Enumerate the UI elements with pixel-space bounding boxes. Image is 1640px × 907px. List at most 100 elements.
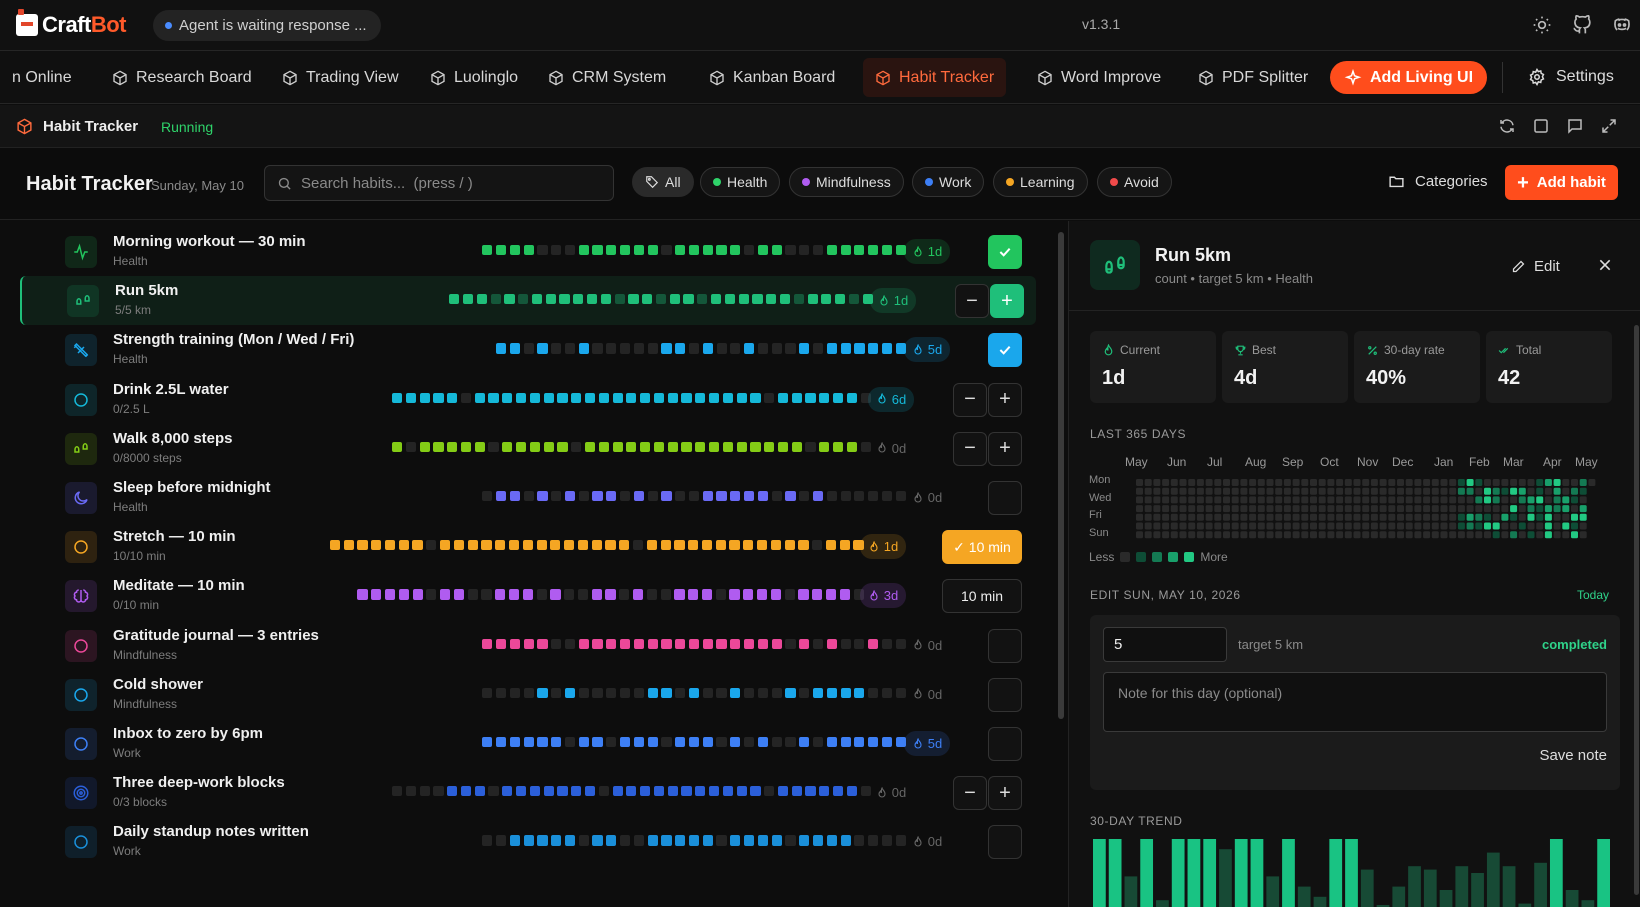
- history-day-cell[interactable]: [826, 638, 837, 649]
- history-day-cell[interactable]: [826, 737, 837, 748]
- history-day-cell[interactable]: [695, 392, 706, 403]
- heatmap-day-cell[interactable]: [1344, 522, 1352, 530]
- history-day-cell[interactable]: [647, 687, 658, 698]
- tab-kanban-board[interactable]: Kanban Board: [697, 58, 847, 97]
- heatmap-day-cell[interactable]: [1162, 531, 1170, 539]
- heatmap-day-cell[interactable]: [1484, 522, 1491, 530]
- heatmap-day-cell[interactable]: [1449, 522, 1457, 530]
- heatmap-day-cell[interactable]: [1205, 487, 1213, 495]
- heatmap-day-cell[interactable]: [1466, 487, 1474, 495]
- heatmap-day-cell[interactable]: [1292, 487, 1300, 495]
- history-day-cell[interactable]: [744, 343, 755, 354]
- history-day-cell[interactable]: [736, 786, 747, 797]
- heatmap-day-cell[interactable]: [1240, 479, 1248, 486]
- heatmap-day-cell[interactable]: [1370, 479, 1378, 486]
- heatmap-day-cell[interactable]: [1153, 496, 1161, 504]
- trend-bar[interactable]: [1518, 903, 1532, 907]
- heatmap-day-cell[interactable]: [1388, 505, 1396, 513]
- heatmap-day-cell[interactable]: [1249, 496, 1257, 504]
- history-day-cell[interactable]: [791, 392, 802, 403]
- filter-mindfulness[interactable]: Mindfulness: [789, 167, 904, 197]
- heatmap-day-cell[interactable]: [1579, 496, 1587, 504]
- heatmap-day-cell[interactable]: [1536, 479, 1544, 486]
- history-day-cell[interactable]: [805, 786, 816, 797]
- heatmap-day-cell[interactable]: [1292, 513, 1300, 521]
- heatmap-day-cell[interactable]: [1562, 505, 1570, 513]
- heatmap-day-cell[interactable]: [1562, 513, 1570, 521]
- heatmap-day-cell[interactable]: [1518, 487, 1526, 495]
- heatmap-day-cell[interactable]: [1379, 479, 1387, 486]
- heatmap-day-cell[interactable]: [1223, 487, 1230, 495]
- history-day-cell[interactable]: [640, 441, 651, 452]
- heatmap-day-cell[interactable]: [1283, 505, 1291, 513]
- history-day-cell[interactable]: [835, 294, 846, 305]
- history-day-cell[interactable]: [812, 638, 824, 649]
- history-day-cell[interactable]: [716, 245, 727, 256]
- add-living-ui-button[interactable]: Add Living UI: [1330, 61, 1487, 94]
- heatmap-day-cell[interactable]: [1310, 513, 1317, 521]
- history-day-cell[interactable]: [508, 540, 520, 551]
- heatmap-day-cell[interactable]: [1379, 487, 1387, 495]
- history-day-cell[interactable]: [854, 245, 865, 256]
- history-day-cell[interactable]: [578, 687, 589, 698]
- history-day-cell[interactable]: [647, 835, 658, 846]
- heatmap-day-cell[interactable]: [1405, 513, 1413, 521]
- heatmap-day-cell[interactable]: [1518, 479, 1526, 486]
- history-day-cell[interactable]: [495, 245, 507, 256]
- tab-pdf-splitter[interactable]: PDF Splitter: [1186, 58, 1320, 97]
- heatmap-day-cell[interactable]: [1475, 487, 1483, 495]
- history-day-cell[interactable]: [523, 687, 534, 698]
- history-day-cell[interactable]: [675, 835, 686, 846]
- history-day-cell[interactable]: [405, 786, 416, 797]
- heatmap-day-cell[interactable]: [1518, 522, 1526, 530]
- history-day-cell[interactable]: [642, 294, 653, 305]
- history-day-cell[interactable]: [757, 343, 769, 354]
- history-day-cell[interactable]: [854, 638, 865, 649]
- history-day-cell[interactable]: [675, 687, 686, 698]
- heatmap-day-cell[interactable]: [1475, 505, 1483, 513]
- heatmap-day-cell[interactable]: [1336, 479, 1344, 486]
- heatmap-day-cell[interactable]: [1536, 531, 1544, 539]
- heatmap-day-cell[interactable]: [1544, 505, 1552, 513]
- history-day-cell[interactable]: [766, 294, 777, 305]
- history-day-cell[interactable]: [543, 392, 554, 403]
- history-day-cell[interactable]: [881, 343, 893, 354]
- heatmap-day-cell[interactable]: [1466, 496, 1474, 504]
- heatmap-day-cell[interactable]: [1440, 513, 1448, 521]
- heatmap-day-cell[interactable]: [1397, 496, 1404, 504]
- history-day-cell[interactable]: [495, 589, 506, 600]
- history-day-cell[interactable]: [633, 835, 644, 846]
- history-day-cell[interactable]: [529, 392, 540, 403]
- heatmap-day-cell[interactable]: [1214, 505, 1222, 513]
- history-day-cell[interactable]: [633, 245, 644, 256]
- heatmap-day-cell[interactable]: [1336, 505, 1344, 513]
- history-day-cell[interactable]: [481, 589, 492, 600]
- trend-bar[interactable]: [1108, 839, 1122, 907]
- heatmap-day-cell[interactable]: [1336, 531, 1344, 539]
- history-day-cell[interactable]: [833, 786, 844, 797]
- history-day-cell[interactable]: [655, 294, 667, 305]
- history-day-cell[interactable]: [482, 737, 493, 748]
- history-day-cell[interactable]: [557, 441, 568, 452]
- history-day-cell[interactable]: [564, 638, 576, 649]
- heatmap-day-cell[interactable]: [1510, 479, 1518, 486]
- history-day-cell[interactable]: [508, 589, 520, 600]
- history-day-cell[interactable]: [812, 737, 824, 748]
- heatmap-day-cell[interactable]: [1518, 496, 1526, 504]
- history-day-cell[interactable]: [770, 540, 781, 551]
- history-day-cell[interactable]: [764, 786, 775, 797]
- heatmap-day-cell[interactable]: [1518, 513, 1526, 521]
- history-day-cell[interactable]: [674, 589, 685, 600]
- habit-list-scrollbar[interactable]: [1058, 232, 1064, 719]
- heatmap-day-cell[interactable]: [1571, 487, 1578, 495]
- history-day-cell[interactable]: [716, 687, 727, 698]
- history-day-cell[interactable]: [551, 687, 562, 698]
- heatmap-day-cell[interactable]: [1231, 487, 1239, 495]
- tab-trading-view[interactable]: Trading View: [270, 58, 411, 97]
- history-day-cell[interactable]: [598, 786, 609, 797]
- heatmap-day-cell[interactable]: [1440, 496, 1448, 504]
- heatmap-day-cell[interactable]: [1301, 487, 1309, 495]
- heatmap-day-cell[interactable]: [1214, 522, 1222, 530]
- maximize-window-icon[interactable]: [1532, 117, 1550, 135]
- tab-online[interactable]: n Online: [0, 58, 84, 97]
